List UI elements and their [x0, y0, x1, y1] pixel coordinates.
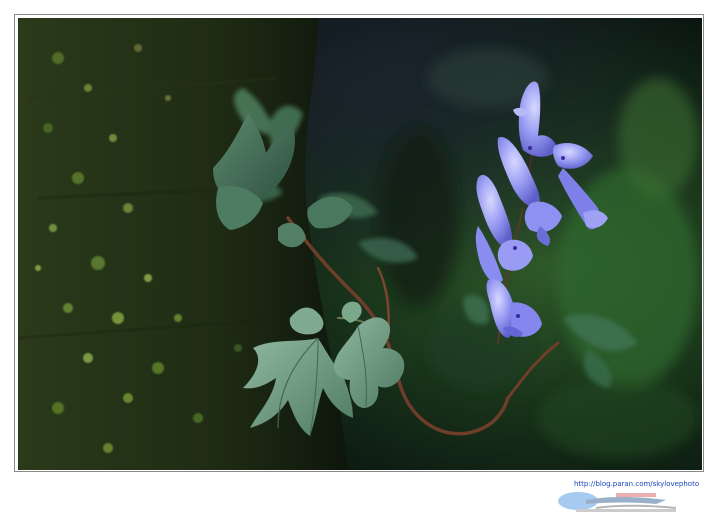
photo-canvas — [18, 18, 702, 470]
watermark-url: http://blog.paran.com/skylovephoto — [574, 480, 700, 488]
watermark: http://blog.paran.com/skylovephoto — [556, 478, 700, 514]
watermark-logo — [558, 492, 677, 512]
photo — [18, 18, 702, 470]
